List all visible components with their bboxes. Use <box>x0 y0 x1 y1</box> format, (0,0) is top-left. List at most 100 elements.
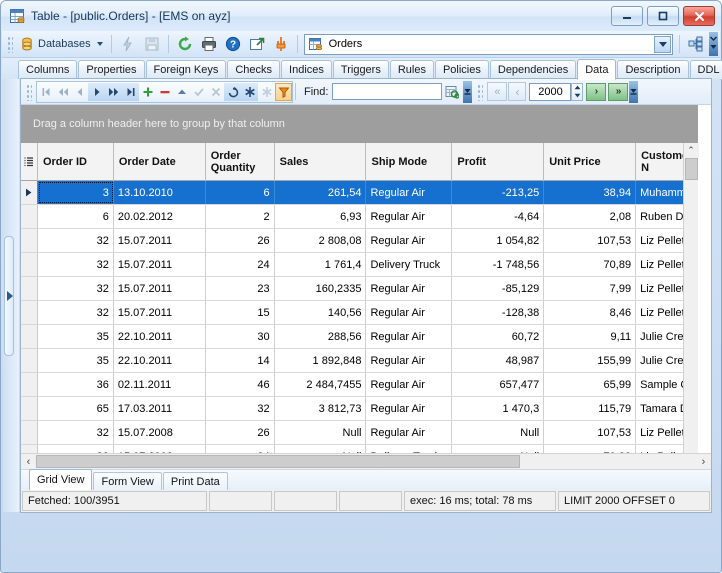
table-cell[interactable]: Regular Air <box>366 349 452 372</box>
table-cell[interactable]: 35 <box>38 349 114 372</box>
table-cell[interactable]: 02.11.2011 <box>114 373 206 396</box>
table-row[interactable]: 3602.11.2011462 484,7455Regular Air657,4… <box>21 373 698 397</box>
execute-button[interactable] <box>116 33 140 55</box>
table-cell[interactable]: 3 <box>38 181 114 204</box>
prior-page-button[interactable] <box>54 83 71 101</box>
table-row[interactable]: 3215.07.2011262 808,08Regular Air1 054,8… <box>21 229 698 253</box>
table-cell[interactable]: 1 054,82 <box>452 229 544 252</box>
tab-ddl[interactable]: DDL <box>690 60 722 79</box>
table-row[interactable]: 620.02.201226,93Regular Air-4,642,08Rube… <box>21 205 698 229</box>
table-cell[interactable]: 1 892,848 <box>275 349 367 372</box>
table-cell[interactable]: 35 <box>38 325 114 348</box>
table-cell[interactable]: 24 <box>206 253 275 276</box>
close-button[interactable] <box>683 6 715 26</box>
tab-rules[interactable]: Rules <box>390 60 434 79</box>
table-cell[interactable]: 14 <box>206 349 275 372</box>
databases-button[interactable]: Databases <box>15 33 107 55</box>
table-cell[interactable]: Regular Air <box>366 421 452 444</box>
table-row[interactable]: 3215.07.200826NullRegular AirNull107,53L… <box>21 421 698 445</box>
tab-triggers[interactable]: Triggers <box>333 60 389 79</box>
cancel-edit-button[interactable] <box>207 83 224 101</box>
limit-stepper-up[interactable] <box>572 84 582 92</box>
table-cell[interactable]: 32 <box>38 253 114 276</box>
table-cell[interactable]: 13.10.2010 <box>114 181 206 204</box>
group-by-panel[interactable]: Drag a column header here to group by th… <box>21 105 698 143</box>
next-record-button[interactable] <box>88 83 105 101</box>
tab-form-view[interactable]: Form View <box>93 472 161 490</box>
limit-stepper-down[interactable] <box>572 92 582 100</box>
table-cell[interactable]: 15.07.2011 <box>114 253 206 276</box>
table-cell[interactable]: 115,79 <box>544 397 636 420</box>
find-options-icon[interactable] <box>442 83 462 101</box>
tab-checks[interactable]: Checks <box>227 60 280 79</box>
table-cell[interactable]: 15.07.2011 <box>114 229 206 252</box>
table-cell[interactable]: 32 <box>38 229 114 252</box>
search-input[interactable] <box>332 83 442 100</box>
tab-indices[interactable]: Indices <box>281 60 332 79</box>
print-button[interactable] <box>197 33 221 55</box>
table-cell[interactable]: 15 <box>206 301 275 324</box>
table-cell[interactable]: 2 484,7455 <box>275 373 367 396</box>
table-cell[interactable]: -1 748,56 <box>452 253 544 276</box>
column-header-unit-price[interactable]: Unit Price <box>544 143 636 181</box>
table-cell[interactable]: 48,987 <box>452 349 544 372</box>
table-cell[interactable]: 23 <box>206 277 275 300</box>
table-cell[interactable]: 20.02.2012 <box>114 205 206 228</box>
refresh-button[interactable] <box>173 33 197 55</box>
row-indicator[interactable] <box>21 349 38 372</box>
tab-dependencies[interactable]: Dependencies <box>490 60 576 79</box>
table-cell[interactable]: 7,99 <box>544 277 636 300</box>
page-prev-button[interactable]: ‹ <box>508 82 526 101</box>
maximize-button[interactable] <box>647 6 679 26</box>
table-cell[interactable]: Regular Air <box>366 373 452 396</box>
table-cell[interactable]: 6,93 <box>275 205 367 228</box>
table-cell[interactable]: 1 470,3 <box>452 397 544 420</box>
tab-grid-view[interactable]: Grid View <box>29 469 92 490</box>
table-row[interactable]: 3215.07.201115140,56Regular Air-128,388,… <box>21 301 698 325</box>
export-button[interactable] <box>245 33 269 55</box>
table-cell[interactable]: 140,56 <box>275 301 367 324</box>
table-cell[interactable]: 15.07.2008 <box>114 421 206 444</box>
overflow-icon[interactable] <box>709 32 718 56</box>
table-row[interactable]: 3522.10.201130288,56Regular Air60,729,11… <box>21 325 698 349</box>
row-indicator[interactable] <box>21 397 38 420</box>
column-chooser-icon[interactable] <box>21 143 38 181</box>
navbar-overflow-icon[interactable] <box>463 81 472 103</box>
table-cell[interactable]: Delivery Truck <box>366 253 452 276</box>
toolbar-grip[interactable] <box>6 35 13 53</box>
filter-button[interactable] <box>275 83 292 101</box>
horizontal-scroll-thumb[interactable] <box>36 455 520 468</box>
table-cell[interactable]: Regular Air <box>366 229 452 252</box>
chevron-down-icon[interactable] <box>654 36 671 53</box>
set-null-button[interactable] <box>241 83 258 101</box>
table-cell[interactable]: -4,64 <box>452 205 544 228</box>
save-grid-button[interactable] <box>140 33 164 55</box>
table-cell[interactable]: 107,53 <box>544 421 636 444</box>
page-next-button[interactable]: › <box>586 83 606 101</box>
table-cell[interactable]: 60,72 <box>452 325 544 348</box>
grid-body[interactable]: 313.10.20106261,54Regular Air-213,2538,9… <box>21 181 698 469</box>
grid-horizontal-scrollbar[interactable]: ‹ › <box>21 453 711 469</box>
row-indicator[interactable] <box>21 205 38 228</box>
scroll-up-arrow-icon[interactable]: ⌃ <box>684 143 699 158</box>
tab-data[interactable]: Data <box>577 59 616 80</box>
column-header-profit[interactable]: Profit <box>452 143 544 181</box>
table-cell[interactable]: 36 <box>38 373 114 396</box>
table-cell[interactable]: 32 <box>38 301 114 324</box>
tab-policies[interactable]: Policies <box>435 60 489 79</box>
table-cell[interactable]: 6 <box>206 181 275 204</box>
table-cell[interactable]: 32 <box>38 421 114 444</box>
column-header-sales[interactable]: Sales <box>275 143 367 181</box>
tree-view-button[interactable] <box>684 33 708 55</box>
table-cell[interactable]: Regular Air <box>366 301 452 324</box>
vertical-scroll-thumb[interactable] <box>685 158 698 180</box>
table-cell[interactable]: Regular Air <box>366 277 452 300</box>
table-cell[interactable]: 288,56 <box>275 325 367 348</box>
page-first-button[interactable]: « <box>487 82 507 101</box>
post-edit-button[interactable] <box>190 83 207 101</box>
next-page-button[interactable] <box>105 83 122 101</box>
table-cell[interactable]: 9,11 <box>544 325 636 348</box>
table-cell[interactable]: 6 <box>38 205 114 228</box>
clear-null-button[interactable] <box>258 83 275 101</box>
table-row[interactable]: 3215.07.2011241 761,4Delivery Truck-1 74… <box>21 253 698 277</box>
